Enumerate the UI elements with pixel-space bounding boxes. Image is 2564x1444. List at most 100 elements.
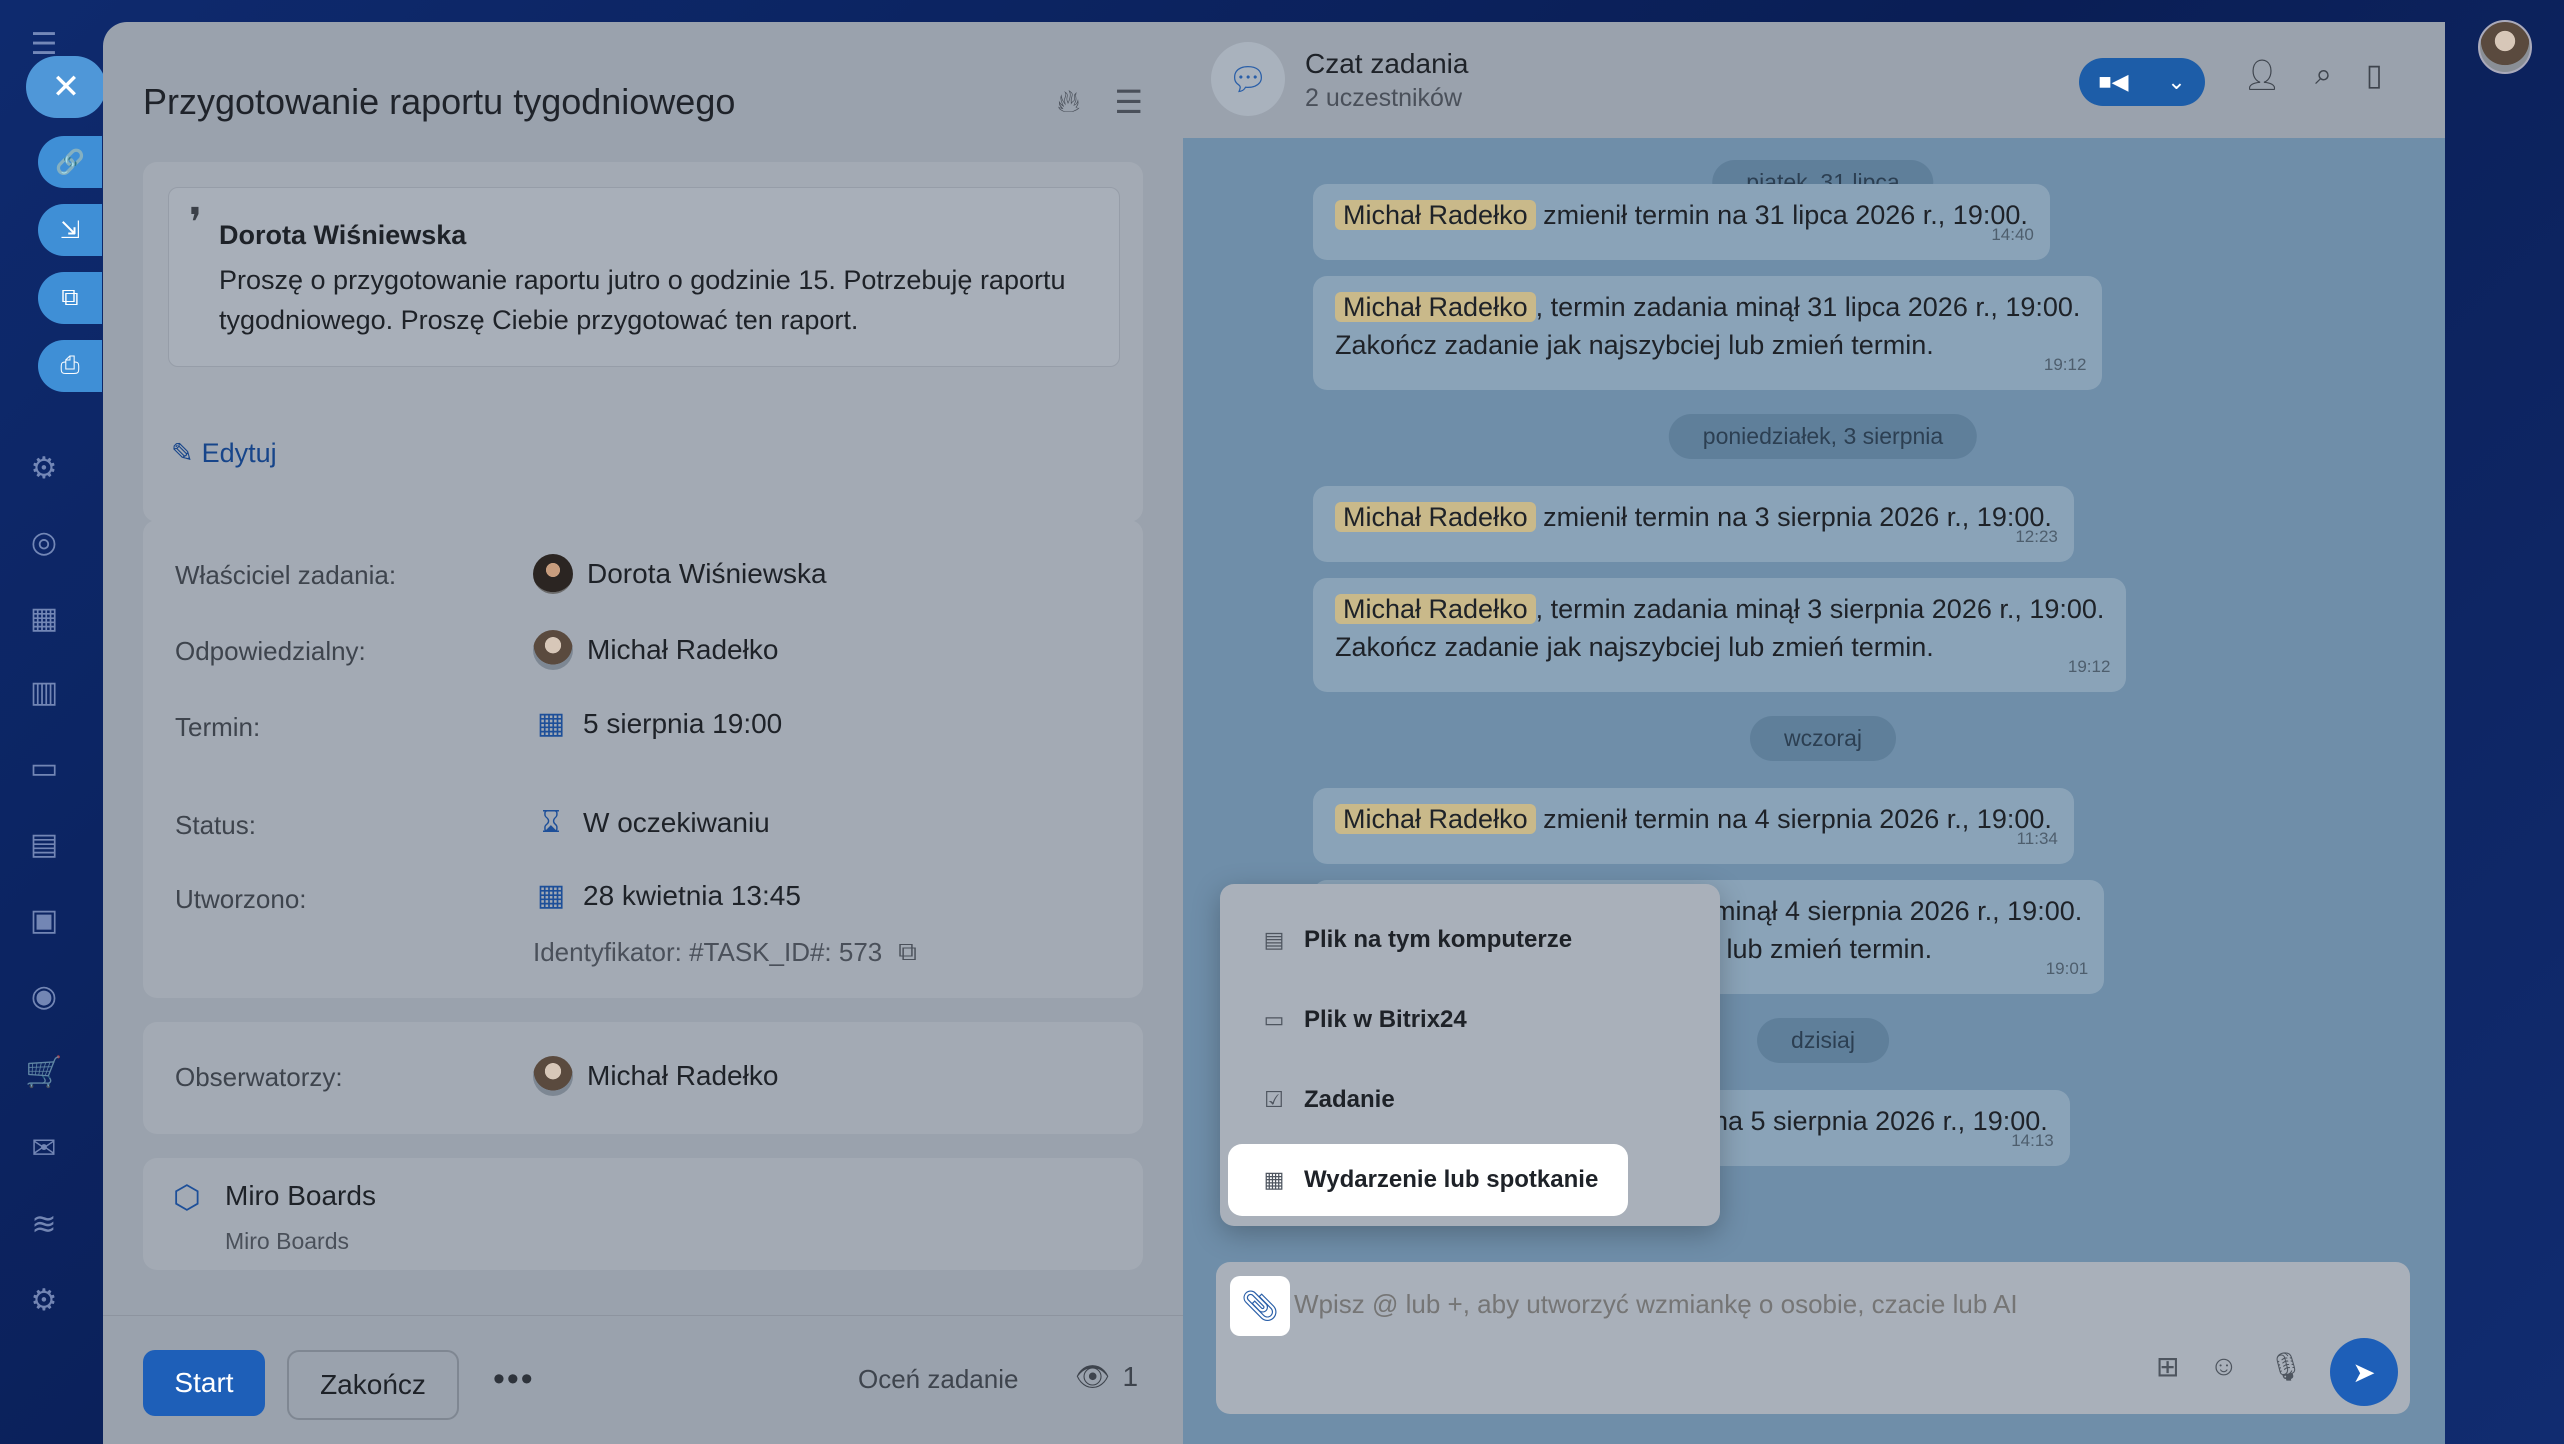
mention[interactable]: Michał Radełko	[1335, 594, 1536, 624]
deadline-value[interactable]: ▦ 5 sierpnia 19:00	[533, 706, 782, 741]
responsible-label: Odpowiedzialny:	[175, 636, 366, 666]
chat-title: Czat zadania	[1305, 48, 1469, 79]
responsible-value[interactable]: Michał Radełko	[533, 630, 778, 670]
minimize-button[interactable]: ⇲	[38, 204, 102, 256]
drive-icon: ▭	[1263, 1007, 1285, 1032]
sites-icon[interactable]: ▣	[24, 900, 64, 940]
edit-button[interactable]: ✎ Edytuj	[171, 438, 277, 469]
quote-text: Proszę o przygotowanie raportu jutro o g…	[219, 265, 1066, 335]
menu-icon[interactable]: ☰	[1114, 83, 1143, 121]
attach-menu: ▤ Plik na tym komputerze ▭ Plik w Bitrix…	[1220, 884, 1720, 1226]
observers-value[interactable]: Michał Radełko	[533, 1056, 778, 1096]
description-card: ❜ Dorota Wiśniewska Proszę o przygotowan…	[143, 162, 1143, 522]
mention[interactable]: Michał Radełko	[1335, 292, 1536, 322]
hourglass-icon: ⌛︎	[541, 806, 561, 839]
calendar-icon: ▦	[536, 707, 566, 740]
created-label: Utworzono:	[175, 884, 307, 914]
miro-title: Miro Boards	[225, 1180, 376, 1211]
quote-author: Dorota Wiśniewska	[219, 220, 467, 250]
video-call-button[interactable]: ■◀ ⌄	[2079, 58, 2205, 106]
created-value: ▦ 28 kwietnia 13:45	[533, 878, 801, 913]
automation-icon[interactable]: ⚙	[24, 448, 64, 488]
owner-label: Właściciel zadania:	[175, 560, 397, 590]
finish-button[interactable]: Zakończ	[287, 1350, 459, 1420]
rate-task-button[interactable]: Oceń zadanie	[858, 1364, 1018, 1395]
date-separator: dzisiaj	[1757, 1018, 1889, 1063]
quote-icon: ❜	[189, 201, 202, 245]
message-input[interactable]	[1292, 1288, 2296, 1321]
date-separator: poniedziałek, 3 sierpnia	[1668, 414, 1978, 459]
chat-icon: 💬︎	[1211, 42, 1285, 116]
avatar	[533, 554, 573, 594]
crm-icon[interactable]: ◎	[24, 522, 64, 562]
calendar-icon[interactable]: ▦	[24, 598, 64, 638]
panel-icon[interactable]: ▯	[2366, 58, 2383, 93]
copy-link-button[interactable]: 🔗	[38, 136, 102, 188]
observers-card: Obserwatorzy: Michał Radełko	[143, 1022, 1143, 1134]
more-icon[interactable]: •••	[493, 1360, 535, 1399]
apps-icon[interactable]: ⊞	[2156, 1350, 2179, 1383]
cube-icon: ⬡	[173, 1179, 201, 1215]
chat-message: Michał Radełko, termin zadania minął 31 …	[1313, 276, 2103, 390]
views-counter[interactable]: 👁︎ 1	[1075, 1360, 1138, 1393]
chat-message: Michał Radełko zmienił termin na 4 sierp…	[1313, 788, 2074, 864]
task-header: Przygotowanie raportu tygodniowego 🔥︎ ☰	[143, 62, 1143, 142]
chat-participants[interactable]: 2 uczestników	[1305, 84, 1462, 113]
flame-icon[interactable]: 🔥︎	[1057, 83, 1081, 121]
filter-icon[interactable]: ≋	[24, 1204, 64, 1244]
owner-value[interactable]: Dorota Wiśniewska	[533, 554, 827, 594]
emoji-icon[interactable]: ☺	[2209, 1350, 2238, 1383]
send-button[interactable]: ➤	[2330, 1338, 2398, 1406]
mention[interactable]: Michał Radełko	[1335, 502, 1536, 532]
store-icon[interactable]: ◉	[24, 976, 64, 1016]
menu-item-event[interactable]: ▦ Wydarzenie lub spotkanie	[1228, 1144, 1628, 1216]
mention[interactable]: Michał Radełko	[1335, 804, 1536, 834]
file-icon: ▤	[1263, 927, 1285, 952]
cart-icon[interactable]: 🛒	[24, 1052, 64, 1092]
avatar	[533, 630, 573, 670]
drive-icon[interactable]: ▭	[24, 748, 64, 788]
task-identifier: Identyfikator: #TASK_ID#: 573 ⧉	[533, 936, 917, 968]
chat-message: Michał Radełko zmienił termin na 3 sierp…	[1313, 486, 2074, 562]
microphone-icon[interactable]: 🎙︎	[2268, 1350, 2304, 1383]
calendar-icon: ▦	[1263, 1167, 1285, 1192]
attach-button[interactable]: 📎︎	[1230, 1276, 1290, 1336]
task-panel: Przygotowanie raportu tygodniowego 🔥︎ ☰ …	[103, 22, 1183, 1444]
open-new-window-button[interactable]: ⧉	[38, 272, 102, 324]
miro-card[interactable]: ⬡ Miro Boards Miro Boards	[143, 1158, 1143, 1270]
user-avatar[interactable]	[2478, 20, 2532, 74]
document-icon[interactable]: ▤	[24, 824, 64, 864]
chat-message: Michał Radełko zmienił termin na 31 lipc…	[1313, 184, 2050, 260]
deadline-label: Termin:	[175, 712, 261, 742]
chat-panel: 💬︎ Czat zadania 2 uczestników ■◀ ⌄ 👤︎ ⌕ …	[1183, 22, 2445, 1444]
app-sidebar: ☰ ✕ 🔗 ⇲ ⧉ ⎙ ⚙ ◎ ▦ ▥ ▭ ▤ ▣ ◉ 🛒 ✉ ≋ ⚙	[0, 0, 106, 1444]
add-user-icon[interactable]: 👤︎	[2243, 58, 2281, 93]
eye-icon: 👁︎	[1075, 1361, 1111, 1392]
camera-icon: ■◀	[2098, 69, 2129, 94]
date-separator: wczoraj	[1750, 716, 1896, 761]
status-value: ⌛︎ W oczekiwaniu	[533, 806, 770, 840]
library-icon[interactable]: ▥	[24, 672, 64, 712]
mail-icon[interactable]: ✉	[24, 1128, 64, 1168]
chevron-down-icon: ⌄	[2167, 69, 2186, 94]
calendar-clock-icon: ▦	[536, 879, 566, 912]
menu-item-task[interactable]: ☑ Zadanie	[1228, 1064, 1712, 1136]
task-title: Przygotowanie raportu tygodniowego	[143, 81, 736, 122]
details-card: Właściciel zadania: Dorota Wiśniewska Od…	[143, 520, 1143, 998]
copy-icon[interactable]: ⧉	[898, 936, 917, 968]
message-composer: 📎︎ ⊞ ☺ 🎙︎ ➤	[1216, 1262, 2410, 1414]
chat-header: 💬︎ Czat zadania 2 uczestników ■◀ ⌄ 👤︎ ⌕ …	[1183, 22, 2445, 138]
search-icon[interactable]: ⌕	[2315, 58, 2332, 93]
menu-item-file-bitrix[interactable]: ▭ Plik w Bitrix24	[1228, 984, 1712, 1056]
mention[interactable]: Michał Radełko	[1335, 200, 1536, 230]
settings-icon[interactable]: ⚙	[24, 1280, 64, 1320]
task-footer: Start Zakończ ••• Oceń zadanie 👁︎ 1	[103, 1315, 1183, 1444]
menu-item-file-computer[interactable]: ▤ Plik na tym komputerze	[1228, 904, 1712, 976]
avatar	[533, 1056, 573, 1096]
miro-subtitle: Miro Boards	[225, 1228, 349, 1254]
print-button[interactable]: ⎙	[38, 340, 102, 392]
pencil-icon: ✎	[171, 438, 194, 468]
start-button[interactable]: Start	[143, 1350, 265, 1416]
task-icon: ☑	[1264, 1087, 1284, 1112]
close-slider-button[interactable]: ✕	[26, 56, 106, 118]
